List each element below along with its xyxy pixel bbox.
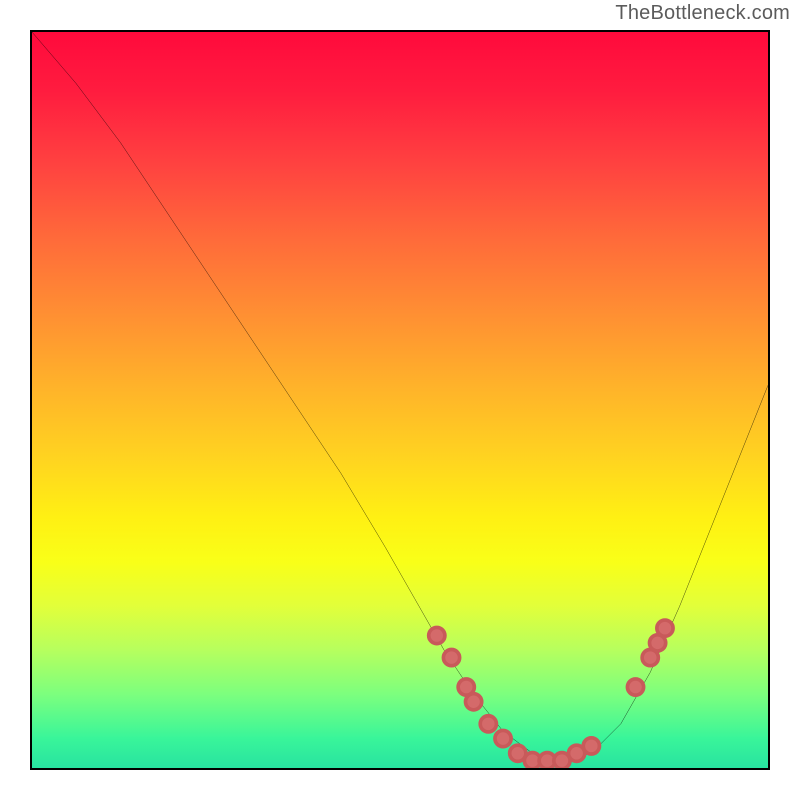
scatter-dot xyxy=(495,730,511,746)
scatter-dot xyxy=(443,650,459,666)
scatter-dot xyxy=(466,694,482,710)
chart-stage: TheBottleneck.com xyxy=(0,0,800,800)
curve-layer xyxy=(32,32,768,768)
scatter-dot xyxy=(657,620,673,636)
scatter-dot xyxy=(627,679,643,695)
watermark-text: TheBottleneck.com xyxy=(615,2,790,25)
scatter-dots xyxy=(429,620,673,768)
plot-area xyxy=(30,30,770,770)
scatter-dot xyxy=(429,627,445,643)
scatter-dot xyxy=(583,738,599,754)
scatter-dot xyxy=(480,716,496,732)
